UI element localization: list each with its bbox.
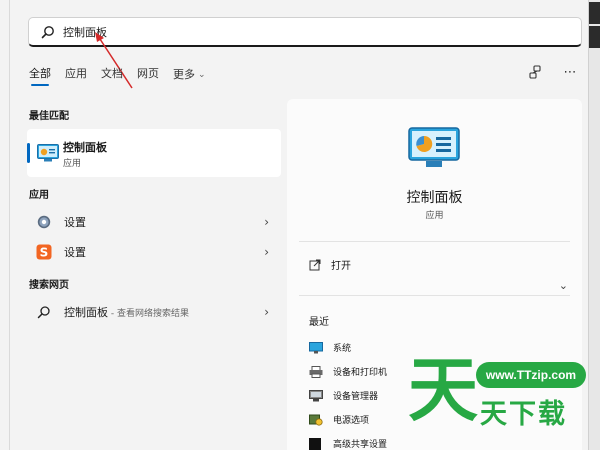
app-result-label: 设置 [64, 246, 86, 259]
device-manager-icon [309, 389, 323, 401]
detail-subtitle: 应用 [425, 211, 444, 221]
control-panel-icon [37, 144, 59, 162]
filter-tab-documents[interactable]: 文档 [101, 64, 123, 86]
best-match-item[interactable]: 控制面板 应用 [27, 129, 281, 177]
monitor-icon [309, 341, 323, 353]
filter-tab-all[interactable]: 全部 [29, 64, 51, 86]
chevron-right-icon[interactable]: › [264, 305, 269, 319]
filter-tab-web[interactable]: 网页 [137, 64, 159, 86]
chevron-down-icon[interactable]: ⌄ [559, 279, 568, 292]
open-label: 打开 [331, 261, 351, 272]
chevron-right-icon[interactable]: › [264, 245, 269, 259]
more-options-icon[interactable]: ⋯ [562, 64, 578, 80]
power-icon [309, 414, 323, 426]
site-watermark: 天 www.TTzip.com 天下载 [408, 352, 596, 448]
divider [299, 241, 570, 242]
watermark-url: www.TTzip.com [476, 362, 586, 388]
svg-text:S: S [40, 246, 49, 260]
network-icon[interactable] [528, 64, 544, 80]
printer-icon [309, 365, 323, 378]
recent-heading: 最近 [309, 317, 329, 328]
recent-item-system[interactable]: 系统 [309, 341, 351, 354]
apps-heading: 应用 [29, 190, 49, 201]
filter-tabs: 全部 应用 文档 网页 更多 ⌄ [29, 64, 220, 86]
start-search-panel: 控制面板 全部 应用 文档 网页 更多 ⌄ ⋯ 最佳匹配 控制面板 应用 应用 … [10, 0, 588, 450]
recent-item-devices-printers[interactable]: 设备和打印机 [309, 365, 387, 378]
recent-item-power-options[interactable]: 电源选项 [309, 413, 369, 426]
filter-tab-apps[interactable]: 应用 [65, 64, 87, 86]
selection-indicator [27, 143, 30, 163]
open-external-icon [309, 259, 321, 270]
chevron-down-icon: ⌄ [198, 70, 206, 80]
best-match-name: 控制面板 [63, 141, 107, 154]
sogou-icon: S [35, 243, 53, 261]
app-result-label: 设置 [64, 216, 86, 229]
app-result-sogou-settings[interactable]: S 设置 › [27, 238, 281, 266]
web-search-result[interactable]: 控制面板 - 查看网络搜索结果 › [27, 298, 281, 326]
filter-tab-more[interactable]: 更多 ⌄ [173, 64, 206, 86]
chevron-right-icon[interactable]: › [264, 215, 269, 229]
best-match-heading: 最佳匹配 [29, 111, 69, 122]
background-tab [589, 26, 600, 48]
recent-item-advanced-sharing[interactable]: 高级共享设置 [309, 437, 387, 450]
web-search-hint: - 查看网络搜索结果 [108, 309, 189, 319]
divider [299, 295, 570, 296]
control-panel-icon [408, 127, 460, 167]
recent-item-device-manager[interactable]: 设备管理器 [309, 389, 378, 402]
web-search-heading: 搜索网页 [29, 280, 69, 291]
web-search-label: 控制面板 - 查看网络搜索结果 [64, 306, 189, 319]
search-icon [35, 303, 53, 321]
search-icon [41, 25, 54, 38]
app-result-settings[interactable]: 设置 › [27, 208, 281, 236]
top-actions: ⋯ [528, 64, 578, 80]
watermark-logo: 天 [408, 349, 478, 431]
open-action[interactable]: 打开 [309, 257, 351, 272]
gear-icon [35, 213, 53, 231]
best-match-type: 应用 [63, 159, 82, 169]
sharing-icon [309, 437, 321, 450]
background-window-edge-left [0, 0, 10, 450]
watermark-text: 天下载 [480, 399, 567, 430]
background-tab [589, 2, 600, 24]
detail-title: 控制面板 [406, 190, 463, 206]
